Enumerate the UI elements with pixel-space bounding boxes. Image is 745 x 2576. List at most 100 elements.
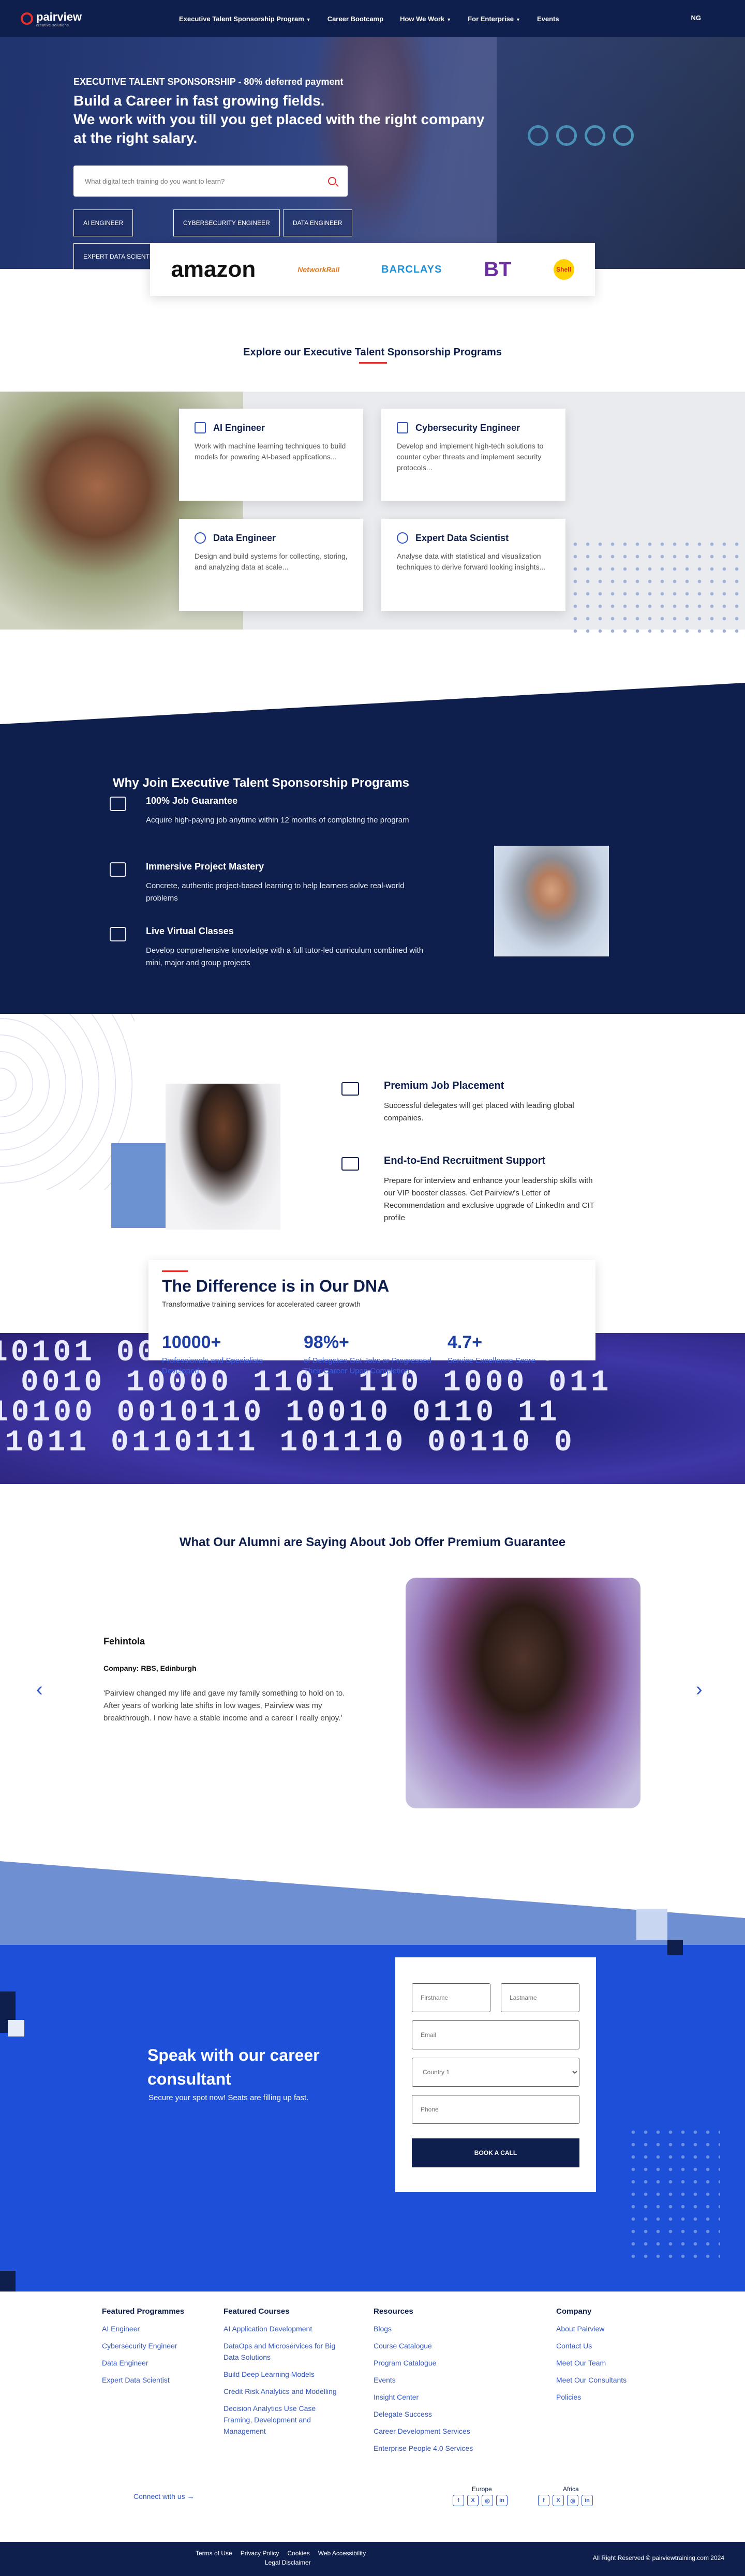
ai-engineer-icon bbox=[195, 422, 206, 433]
europe-label: Europe bbox=[472, 2485, 492, 2493]
footer-link[interactable]: Build Deep Learning Models bbox=[224, 2369, 342, 2380]
graduation-icon bbox=[110, 797, 126, 811]
program-card-ai-engineer[interactable]: AI Engineer Work with machine learning t… bbox=[179, 409, 363, 501]
footer-link[interactable]: DataOps and Microservices for Big Data S… bbox=[224, 2340, 342, 2363]
nav-item-ets-program[interactable]: Executive Talent Sponsorship Program ▼ bbox=[179, 15, 311, 23]
footer-link[interactable]: AI Engineer bbox=[102, 2323, 200, 2334]
footer-link[interactable]: Credit Risk Analytics and Modelling bbox=[224, 2386, 342, 2397]
shell-logo: Shell bbox=[553, 259, 574, 280]
cookies-link[interactable]: Cookies bbox=[287, 2550, 309, 2557]
book-a-call-button[interactable]: BOOK A CALL bbox=[412, 2138, 579, 2167]
footer-link[interactable]: Cybersecurity Engineer bbox=[102, 2340, 200, 2352]
legal-disclaimer-link[interactable]: Legal Disclaimer bbox=[265, 2559, 311, 2566]
firstname-field[interactable] bbox=[412, 1983, 490, 2012]
cta-subtitle: Secure your spot now! Seats are filling … bbox=[148, 2093, 309, 2102]
prev-arrow-icon[interactable]: ‹ bbox=[36, 1679, 43, 1701]
footer-link[interactable]: About Pairview bbox=[556, 2323, 660, 2334]
lastname-field[interactable] bbox=[501, 1983, 579, 2012]
phone-field[interactable] bbox=[412, 2095, 579, 2124]
chevron-down-icon: ▼ bbox=[516, 17, 520, 22]
nav-item-career-bootcamp[interactable]: Career Bootcamp bbox=[327, 15, 383, 23]
hero-text: EXECUTIVE TALENT SPONSORSHIP - 80% defer… bbox=[73, 77, 487, 147]
logo-ring-icon bbox=[21, 12, 33, 25]
terms-link[interactable]: Terms of Use bbox=[196, 2550, 232, 2557]
logo-tagline: creative solutions bbox=[36, 23, 69, 27]
project-icon bbox=[110, 862, 126, 877]
hero-search bbox=[73, 166, 348, 197]
footer-link[interactable]: Meet Our Consultants bbox=[556, 2374, 660, 2386]
europe-social-links: f X ◎ in bbox=[453, 2495, 508, 2506]
barclays-logo: BARCLAYS bbox=[381, 263, 442, 275]
booking-form: Country 1 BOOK A CALL bbox=[395, 1957, 596, 2192]
program-card-cybersecurity-engineer[interactable]: Cybersecurity Engineer Develop and imple… bbox=[381, 409, 565, 501]
privacy-link[interactable]: Privacy Policy bbox=[241, 2550, 279, 2557]
testimonial-title: What Our Alumni are Saying About Job Off… bbox=[179, 1535, 566, 1549]
nav-item-how-we-work[interactable]: How We Work ▼ bbox=[400, 15, 451, 23]
instagram-icon[interactable]: ◎ bbox=[482, 2495, 493, 2506]
nav-item-events[interactable]: Events bbox=[537, 15, 559, 23]
footer-link[interactable]: Insight Center bbox=[374, 2391, 518, 2403]
x-icon[interactable]: X bbox=[467, 2495, 479, 2506]
cta-title: Speak with our career consultant bbox=[147, 2046, 320, 2088]
legal-links: Terms of Use Privacy Policy Cookies Web … bbox=[196, 2550, 366, 2557]
footer-link[interactable]: Events bbox=[374, 2374, 518, 2386]
email-field[interactable] bbox=[412, 2020, 579, 2049]
hero-title: Build a Career in fast growing fields. bbox=[73, 93, 325, 109]
programs-title: Explore our Executive Talent Sponsorship… bbox=[243, 347, 502, 358]
chip-data-engineer[interactable]: DATA ENGINEER bbox=[283, 209, 352, 236]
testimonial-name: Fehintola bbox=[103, 1636, 145, 1646]
testimonial-quote: 'Pairview changed my life and gave my fa… bbox=[103, 1689, 345, 1723]
hero-subtitle: We work with you till you get placed wit… bbox=[73, 111, 485, 146]
stat-service-score: 4.7+ Service Excellence Score bbox=[448, 1332, 536, 1365]
hero-kicker: EXECUTIVE TALENT SPONSORSHIP - 80% defer… bbox=[73, 77, 344, 87]
bottom-bar: Terms of Use Privacy Policy Cookies Web … bbox=[0, 2542, 745, 2576]
search-input[interactable] bbox=[85, 177, 328, 185]
africa-social-links: f X ◎ in bbox=[538, 2495, 593, 2506]
pairview-logo[interactable]: pairview creative solutions bbox=[21, 10, 82, 27]
footer-link[interactable]: Enterprise People 4.0 Services bbox=[374, 2443, 518, 2454]
footer-col-resources: Resources Blogs Course Catalogue Program… bbox=[374, 2307, 518, 2460]
dots-decoration bbox=[569, 538, 745, 634]
program-card-data-engineer[interactable]: Data Engineer Design and build systems f… bbox=[179, 519, 363, 611]
connect-with-us-link[interactable]: Connect with us → bbox=[133, 2492, 195, 2500]
partner-logos: amazon NetworkRail BARCLAYS BT Shell bbox=[150, 243, 595, 296]
linkedin-icon[interactable]: in bbox=[496, 2495, 508, 2506]
stat-jobs: 98%+ of Delegates Got Jobs or Progressed … bbox=[304, 1332, 431, 1375]
title-underline bbox=[359, 362, 387, 364]
networkrail-logo: NetworkRail bbox=[297, 265, 340, 274]
footer-link[interactable]: Blogs bbox=[374, 2323, 518, 2334]
bt-logo: BT bbox=[484, 258, 512, 281]
country-select[interactable]: Country 1 bbox=[412, 2058, 579, 2087]
region-selector[interactable]: NG bbox=[691, 14, 702, 22]
footer-link[interactable]: AI Application Development bbox=[224, 2323, 342, 2334]
footer-link[interactable]: Contact Us bbox=[556, 2340, 660, 2352]
footer-link[interactable]: Course Catalogue bbox=[374, 2340, 518, 2352]
monitor-icon bbox=[110, 927, 126, 941]
footer-link[interactable]: Delegate Success bbox=[374, 2408, 518, 2420]
footer-link[interactable]: Policies bbox=[556, 2391, 660, 2403]
facebook-icon[interactable]: f bbox=[453, 2495, 464, 2506]
linkedin-icon[interactable]: in bbox=[582, 2495, 593, 2506]
chip-cybersecurity-engineer[interactable]: CYBERSECURITY ENGINEER bbox=[173, 209, 280, 236]
nav-item-for-enterprise[interactable]: For Enterprise ▼ bbox=[468, 15, 520, 23]
accessibility-link[interactable]: Web Accessibility bbox=[318, 2550, 366, 2557]
footer-link[interactable]: Program Catalogue bbox=[374, 2357, 518, 2369]
search-icon[interactable] bbox=[328, 177, 336, 185]
x-icon[interactable]: X bbox=[553, 2495, 564, 2506]
footer-link[interactable]: Data Engineer bbox=[102, 2357, 200, 2369]
footer-link[interactable]: Meet Our Team bbox=[556, 2357, 660, 2369]
footer-link[interactable]: Decision Analytics Use Case Framing, Dev… bbox=[224, 2403, 342, 2437]
woman-phone-image bbox=[166, 1084, 280, 1230]
instagram-icon[interactable]: ◎ bbox=[567, 2495, 578, 2506]
program-card-expert-data-scientist[interactable]: Expert Data Scientist Analyse data with … bbox=[381, 519, 565, 611]
facebook-icon[interactable]: f bbox=[538, 2495, 549, 2506]
footer-link[interactable]: Career Development Services bbox=[374, 2425, 518, 2437]
footer-col-courses: Featured Courses AI Application Developm… bbox=[224, 2307, 342, 2443]
org-chart-icon bbox=[341, 1157, 359, 1171]
footer-col-programmes: Featured Programmes AI Engineer Cybersec… bbox=[102, 2307, 200, 2391]
data-scientist-icon bbox=[397, 532, 408, 544]
chip-ai-engineer[interactable]: AI ENGINEER bbox=[73, 209, 133, 236]
next-arrow-icon[interactable]: › bbox=[696, 1679, 703, 1701]
data-engineer-icon bbox=[195, 532, 206, 544]
footer-link[interactable]: Expert Data Scientist bbox=[102, 2374, 200, 2386]
